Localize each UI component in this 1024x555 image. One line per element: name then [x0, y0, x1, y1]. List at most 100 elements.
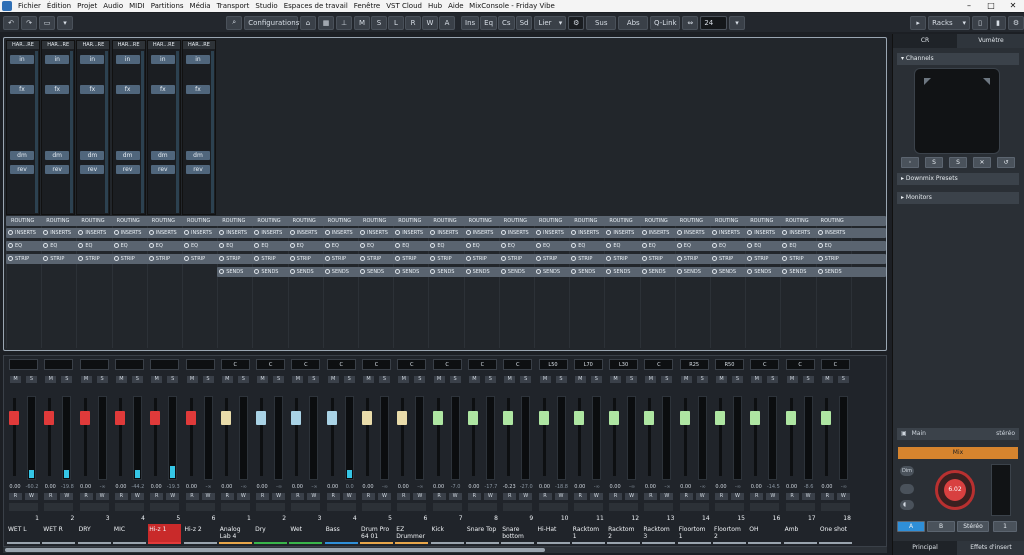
channel-name[interactable]: Hi-z 1 [148, 524, 182, 542]
rack-cell[interactable]: ROUTING [821, 217, 844, 225]
write-button[interactable]: W [625, 493, 639, 500]
toggle-icon[interactable] [289, 269, 295, 274]
rack-cell[interactable]: STRIP [324, 255, 346, 263]
rack-cell[interactable]: STRIP [289, 255, 311, 263]
mix-source-button[interactable]: Mix [898, 447, 1018, 459]
rack-cell[interactable]: INSERTS [289, 229, 317, 237]
solo-button[interactable]: S [237, 376, 249, 383]
filter-button[interactable]: M [354, 15, 370, 30]
channel-name[interactable]: Bass [325, 524, 358, 542]
toggle-icon[interactable] [395, 230, 401, 235]
pan-display[interactable]: C [362, 359, 391, 370]
insert-slot[interactable] [609, 503, 639, 511]
fader-track[interactable] [118, 398, 122, 476]
fader-track[interactable] [189, 398, 193, 476]
mute-button[interactable]: M [292, 376, 304, 383]
speaker-b-button[interactable]: B [927, 521, 955, 532]
rack-cell[interactable]: ROUTING [222, 217, 245, 225]
rack-cell[interactable]: INSERTS [782, 229, 810, 237]
rack-cell[interactable]: EQ [500, 242, 515, 250]
volume-value[interactable]: 0.00 [290, 484, 304, 490]
rack-cell[interactable]: ROUTING [645, 217, 668, 225]
read-button[interactable]: R [750, 493, 764, 500]
insert-slot[interactable] [820, 503, 850, 511]
mute-button[interactable]: M [680, 376, 692, 383]
insert-slot[interactable] [114, 503, 144, 511]
volume-fader[interactable] [326, 410, 337, 425]
insert-slot[interactable] [644, 503, 674, 511]
rack-cell[interactable]: EQ [571, 242, 585, 250]
pan-display[interactable]: C [785, 359, 815, 370]
rack-cell[interactable]: STRIP [43, 255, 64, 263]
toggle-icon[interactable] [219, 243, 225, 248]
rack-cell[interactable]: SENDS [676, 268, 701, 276]
insert-slot[interactable] [432, 503, 462, 511]
pan-display[interactable] [44, 359, 74, 370]
insert-slot[interactable] [715, 503, 744, 511]
rack-cell[interactable]: SENDS [817, 268, 842, 276]
read-button[interactable]: R [150, 493, 164, 500]
toggle-icon[interactable] [606, 269, 612, 274]
rack-cell[interactable]: STRIP [148, 255, 170, 263]
fader-track[interactable] [613, 398, 617, 476]
read-button[interactable]: R [397, 493, 411, 500]
read-button[interactable]: R [362, 493, 375, 500]
volume-value[interactable]: 0.00 [714, 484, 728, 490]
volume-fader[interactable] [185, 410, 196, 425]
rack-cell[interactable]: STRIP [747, 255, 768, 263]
filter-button[interactable]: W [422, 15, 438, 30]
toggle-icon[interactable] [324, 269, 330, 274]
write-button[interactable]: W [448, 493, 462, 500]
rack-cell[interactable]: INSERTS [360, 229, 388, 237]
insert-slot[interactable] [44, 503, 74, 511]
channel-name[interactable]: WET L [7, 524, 40, 542]
mute-button[interactable]: M [257, 376, 269, 383]
fader-track[interactable] [13, 398, 16, 476]
rack-cell[interactable]: INSERTS [606, 229, 634, 237]
toggle-icon[interactable] [430, 256, 436, 261]
mute-button[interactable]: M [80, 376, 92, 383]
toggle-icon[interactable] [395, 256, 401, 261]
rack-cell[interactable]: EQ [184, 242, 198, 250]
rack-cell[interactable]: STRIP [465, 255, 487, 263]
rack-cell[interactable]: EQ [113, 242, 128, 250]
mute-button[interactable]: M [115, 376, 127, 383]
channel-width-dropdown[interactable]: ▾ [729, 15, 745, 30]
channel-name[interactable]: Snare Top [466, 524, 499, 542]
write-button[interactable]: W [836, 493, 850, 500]
toggle-icon[interactable] [817, 269, 823, 274]
rack-cell[interactable]: INSERTS [430, 229, 458, 237]
scrollbar-thumb[interactable] [5, 548, 545, 552]
solo-button[interactable]: S [590, 376, 602, 383]
volume-fader[interactable] [785, 410, 796, 425]
rack-cell[interactable]: ROUTING [504, 217, 527, 225]
rack-cell[interactable]: STRIP [184, 255, 205, 263]
rack-cell[interactable]: SENDS [711, 268, 736, 276]
read-button[interactable]: R [573, 493, 587, 500]
abs-button[interactable]: Abs [618, 15, 649, 30]
rack-cell[interactable]: SENDS [465, 268, 490, 276]
toggle-icon[interactable] [606, 230, 612, 235]
toggle-icon[interactable] [641, 243, 647, 248]
channel-one-button[interactable]: 1 [993, 521, 1017, 532]
rack-cell[interactable]: STRIP [8, 255, 29, 263]
solo-button[interactable]: S [131, 376, 143, 383]
toggle-icon[interactable] [78, 256, 84, 261]
rack-cell[interactable]: INSERTS [747, 229, 775, 237]
mute-button[interactable]: M [821, 376, 833, 383]
pan-display[interactable]: C [503, 359, 533, 370]
rack-cell[interactable]: INSERTS [571, 229, 599, 237]
volume-fader[interactable] [715, 410, 725, 425]
rack-cell[interactable]: INSERTS [184, 229, 212, 237]
insert-slot[interactable] [256, 503, 286, 511]
toggle-icon[interactable] [324, 230, 330, 235]
insert-slot[interactable] [362, 503, 391, 511]
volume-fader[interactable] [432, 410, 443, 425]
insert-slot[interactable] [679, 503, 709, 511]
mute-button[interactable]: M [433, 376, 445, 383]
pan-display[interactable]: C [397, 359, 427, 370]
volume-fader[interactable] [503, 410, 514, 425]
toggle-icon[interactable] [430, 243, 436, 248]
write-button[interactable]: W [25, 493, 38, 500]
fader-track[interactable] [824, 398, 828, 476]
